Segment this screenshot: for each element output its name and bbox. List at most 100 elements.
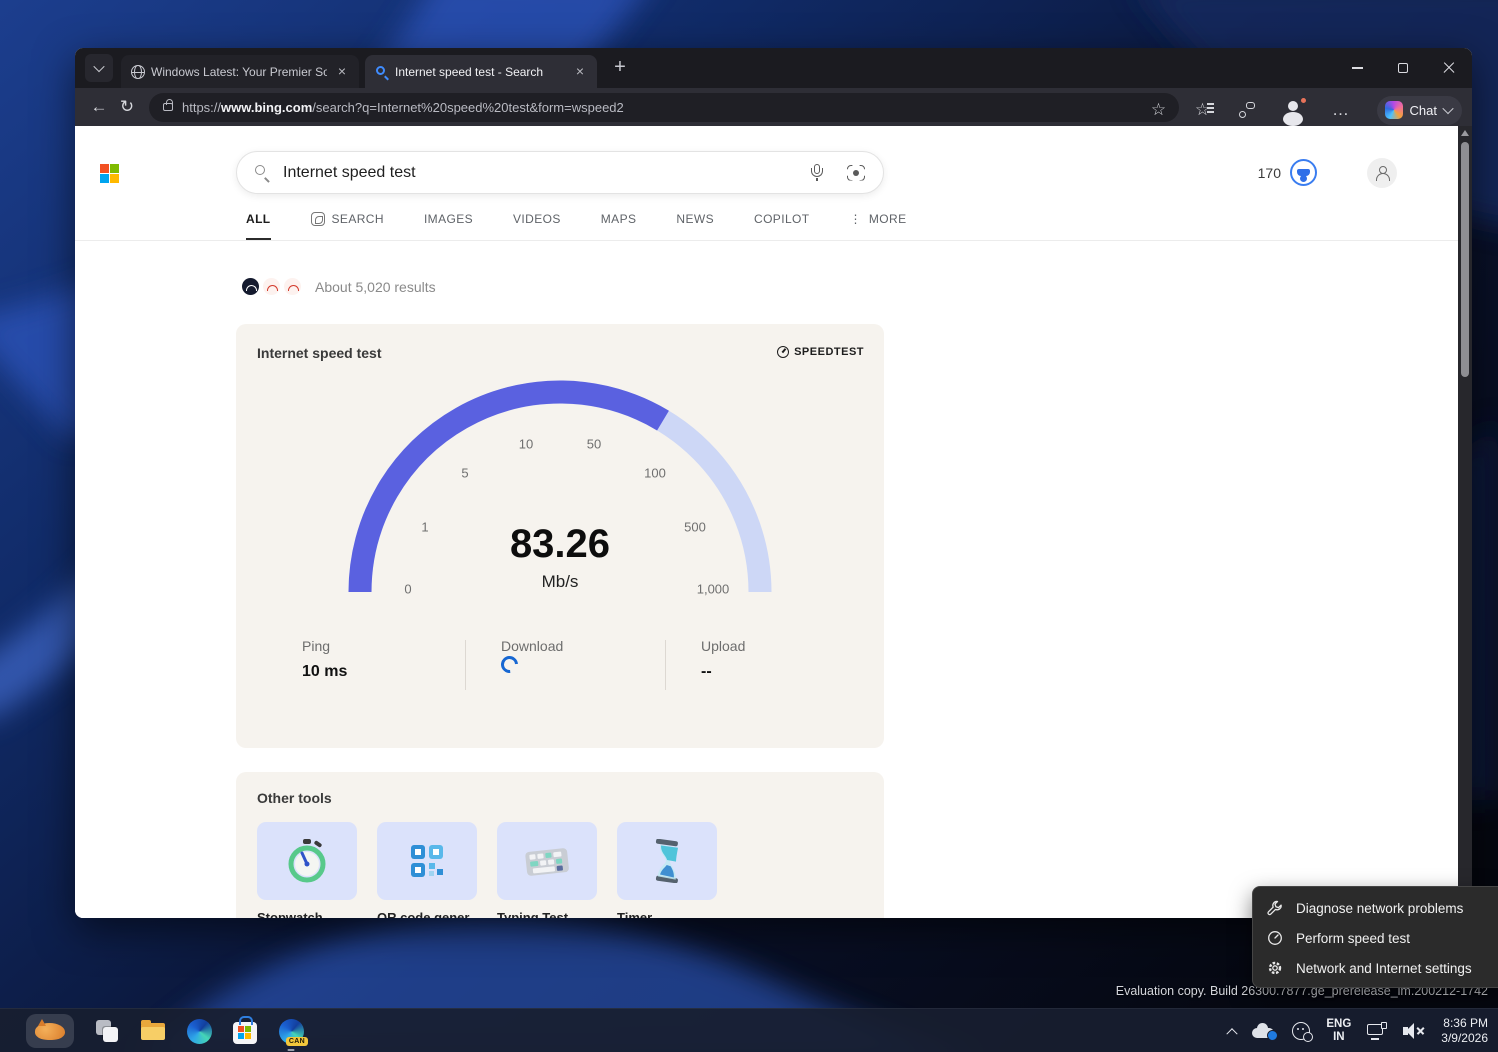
tab-copilot[interactable]: COPILOT	[754, 212, 809, 238]
wrench-icon	[1267, 900, 1283, 916]
tab-label: COPILOT	[754, 212, 809, 226]
stat-label: Ping	[302, 638, 347, 654]
visual-search-icon[interactable]	[847, 165, 865, 181]
scrollbar-thumb[interactable]	[1461, 142, 1469, 377]
copilot-icon	[1385, 101, 1403, 119]
download-stat: Download	[501, 638, 563, 673]
volume-muted-icon[interactable]	[1403, 1023, 1425, 1039]
taskbar: CAN ENG IN 8:36 PM 3/9/2026	[0, 1008, 1498, 1052]
tab-maps[interactable]: MAPS	[601, 212, 637, 238]
other-tools-card: Other tools	[236, 772, 884, 918]
address-bar[interactable]: https://www.bing.com/search?q=Internet%2…	[149, 93, 1179, 122]
tab-label: MAPS	[601, 212, 637, 226]
tab-news[interactable]: NEWS	[676, 212, 714, 238]
copilot-chat-button[interactable]: Chat	[1377, 96, 1462, 125]
network-icon[interactable]	[1367, 1023, 1387, 1040]
edge-canary-button[interactable]: CAN	[278, 1018, 304, 1044]
tab-videos[interactable]: VIDEOS	[513, 212, 561, 238]
taskbar-apps: CAN	[26, 1009, 304, 1052]
clock[interactable]: 8:36 PM 3/9/2026	[1441, 1016, 1488, 1046]
maximize-button[interactable]	[1380, 48, 1426, 88]
close-icon	[1443, 62, 1455, 74]
stat-value: --	[701, 663, 745, 681]
back-button[interactable]: ←	[85, 93, 113, 121]
results-count: About 5,020 results	[315, 279, 436, 295]
refresh-button[interactable]: ↻	[113, 93, 141, 121]
more-menu-button[interactable]: …	[1327, 96, 1355, 124]
stat-label: Download	[501, 638, 563, 654]
speedtest-favicon	[242, 278, 259, 295]
task-view-button[interactable]	[94, 1018, 120, 1044]
rewards-widget[interactable]: 170	[1258, 159, 1317, 186]
stat-value: 10 ms	[302, 663, 347, 681]
gauge-arc	[340, 374, 780, 604]
tab-close-icon[interactable]: ×	[571, 63, 589, 81]
tool-stopwatch[interactable]	[257, 822, 357, 900]
gear-icon	[1267, 960, 1283, 976]
divider	[465, 640, 466, 690]
menu-item-network-settings[interactable]: Network and Internet settings	[1253, 953, 1498, 983]
tray-date: 3/9/2026	[1441, 1031, 1488, 1046]
extensions-button[interactable]	[1233, 96, 1261, 124]
loading-spinner-icon	[498, 653, 522, 677]
microphone-icon[interactable]	[811, 164, 823, 181]
edge-icon	[187, 1019, 212, 1044]
page-scrollbar[interactable]	[1458, 126, 1472, 918]
menu-item-label: Network and Internet settings	[1296, 961, 1472, 976]
speedtest-brand[interactable]: SPEEDTEST	[777, 346, 864, 358]
tab-more[interactable]: ⋮MORE	[849, 212, 906, 238]
file-explorer-button[interactable]	[140, 1018, 166, 1044]
maximize-icon	[1398, 63, 1408, 73]
language-indicator[interactable]: ENG IN	[1326, 1018, 1351, 1044]
url-path: /search?q=Internet%20speed%20test&form=w…	[312, 100, 623, 115]
bing-profile-button[interactable]	[1367, 158, 1397, 188]
tab-close-icon[interactable]: ×	[333, 63, 351, 81]
menu-item-diagnose[interactable]: Diagnose network problems	[1253, 893, 1498, 923]
speed-gauge: 0 1 5 10 50 100 500 1,000 83.26 Mb/s	[340, 374, 780, 604]
profile-button[interactable]	[1281, 97, 1307, 123]
tab-title: Windows Latest: Your Premier Sou	[151, 65, 327, 79]
tool-qr-code[interactable]	[377, 822, 477, 900]
search-nav-tabs: ALL SEARCH IMAGES VIDEOS MAPS NEWS COPIL…	[246, 212, 907, 238]
microsoft-logo[interactable]	[100, 164, 119, 183]
menu-item-speed-test[interactable]: Perform speed test	[1253, 923, 1498, 953]
taskbar-fox-app[interactable]	[26, 1014, 74, 1048]
edge-button[interactable]	[186, 1018, 212, 1044]
nav-divider	[75, 240, 1458, 241]
hourglass-icon	[650, 839, 684, 883]
tab-strip: Windows Latest: Your Premier Sou × Inter…	[75, 48, 1472, 88]
minimize-button[interactable]	[1334, 48, 1380, 88]
favorites-list-button[interactable]: ☆	[1189, 96, 1217, 124]
tool-label: Timer	[617, 910, 727, 918]
tab-windows-latest[interactable]: Windows Latest: Your Premier Sou ×	[121, 55, 359, 88]
store-icon	[233, 1022, 257, 1044]
menu-item-label: Diagnose network problems	[1296, 901, 1463, 916]
bing-page: Internet speed test 170 ALL SEARCH IMAGE…	[75, 126, 1472, 918]
tab-search[interactable]: SEARCH	[311, 212, 384, 238]
tool-timer[interactable]	[617, 822, 717, 900]
tab-images[interactable]: IMAGES	[424, 212, 473, 238]
microsoft-store-button[interactable]	[232, 1018, 258, 1044]
new-tab-button[interactable]: +	[607, 55, 633, 81]
search-query[interactable]: Internet speed test	[283, 164, 811, 182]
close-button[interactable]	[1426, 48, 1472, 88]
tab-all[interactable]: ALL	[246, 212, 271, 241]
speed-unit: Mb/s	[340, 572, 780, 592]
scroll-up-arrow[interactable]	[1461, 130, 1469, 136]
favorite-star-button[interactable]: ☆	[1145, 96, 1173, 124]
window-controls	[1334, 48, 1472, 88]
browser-window: Windows Latest: Your Premier Sou × Inter…	[75, 48, 1472, 918]
onedrive-icon[interactable]	[1252, 1023, 1276, 1039]
tab-title: Internet speed test - Search	[395, 65, 565, 79]
search-box[interactable]: Internet speed test	[236, 151, 884, 194]
tray-overflow-button[interactable]	[1227, 1028, 1238, 1039]
rewards-points: 170	[1258, 165, 1281, 181]
desktop: Windows Latest: Your Premier Sou × Inter…	[0, 0, 1498, 1052]
notification-dot	[1299, 96, 1308, 105]
fox-icon	[35, 1023, 65, 1040]
tab-speed-test-active[interactable]: Internet speed test - Search ×	[365, 55, 597, 88]
tool-typing-test[interactable]	[497, 822, 597, 900]
running-indicator	[288, 1049, 295, 1052]
tab-search-button[interactable]	[85, 54, 113, 82]
emoji-people-icon[interactable]	[1292, 1022, 1310, 1040]
